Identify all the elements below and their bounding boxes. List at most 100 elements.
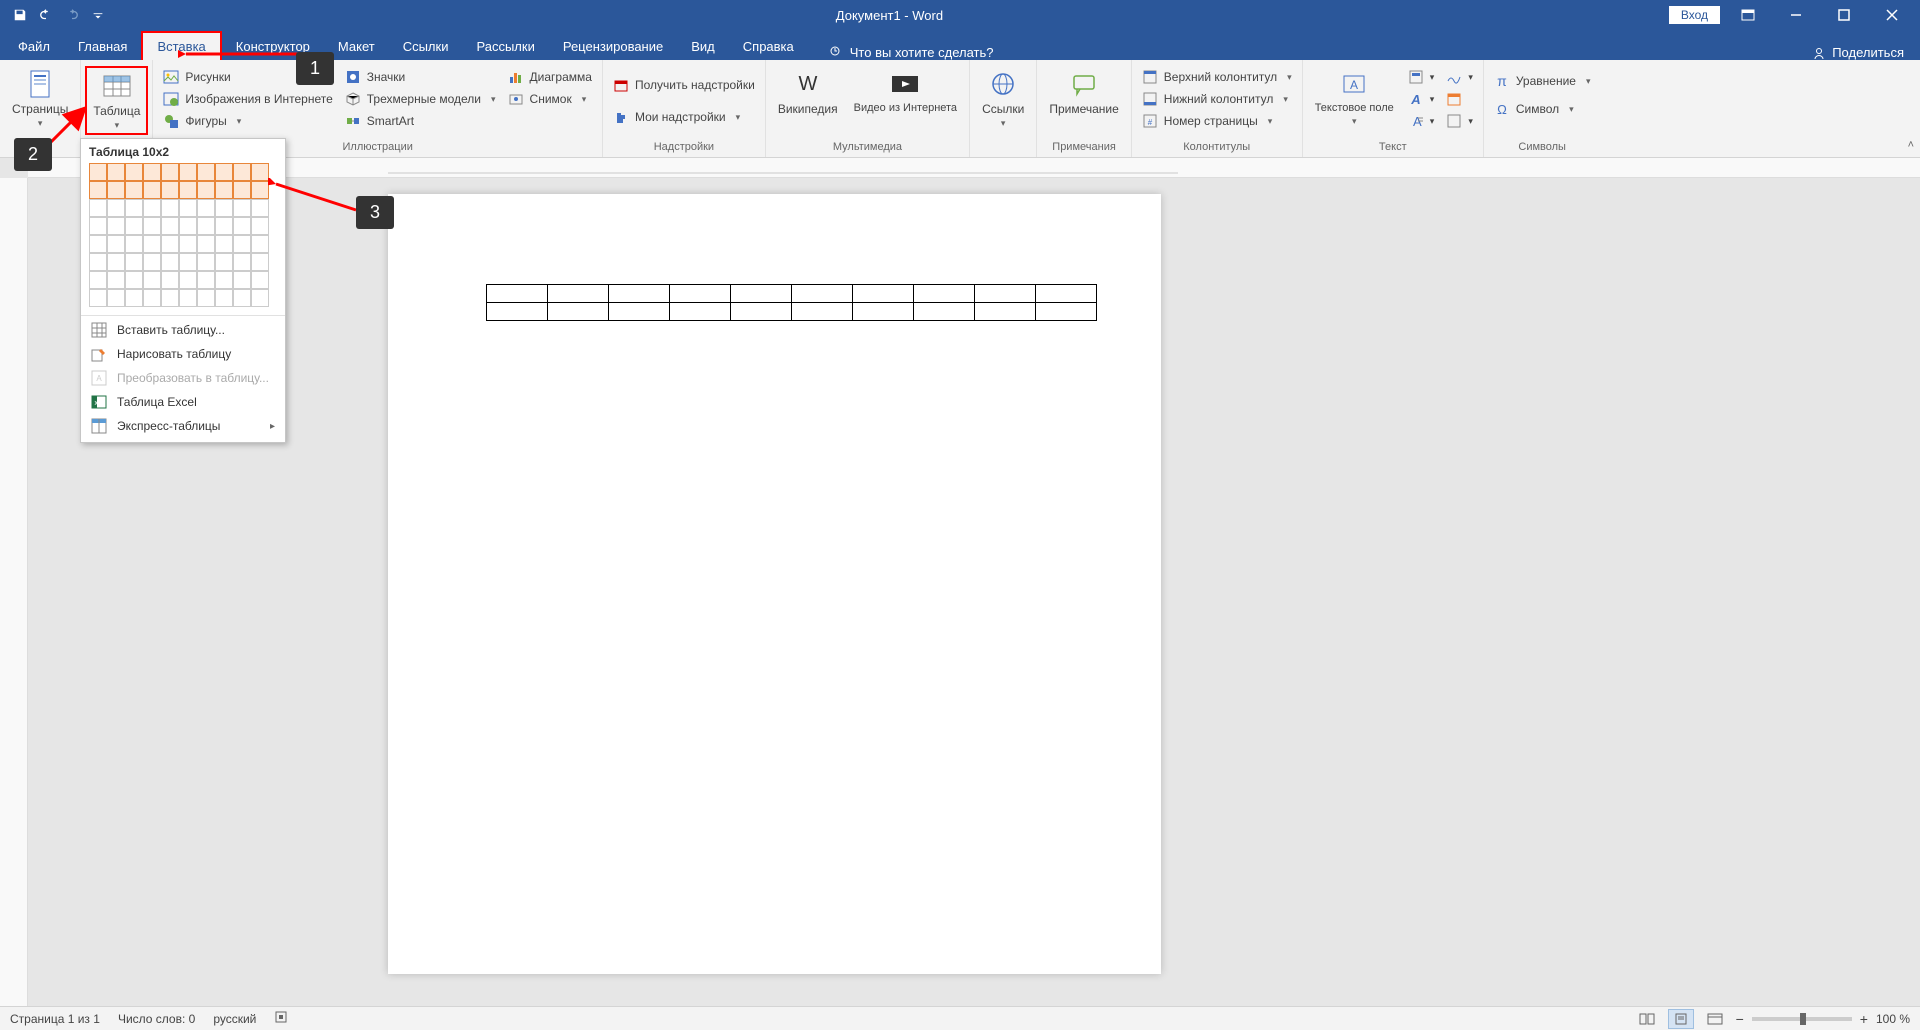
maximize-button[interactable] [1824,0,1864,30]
table-grid-cell[interactable] [179,199,197,217]
table-grid-cell[interactable] [89,181,107,199]
table-grid-cell[interactable] [233,217,251,235]
table-grid-cell[interactable] [125,235,143,253]
table-grid-cell[interactable] [251,163,269,181]
table-grid-cell[interactable] [89,271,107,289]
shapes-button[interactable]: Фигуры [159,110,336,132]
table-grid-cell[interactable] [179,181,197,199]
vertical-ruler[interactable] [0,178,28,1006]
table-grid-cell[interactable] [143,289,161,307]
tab-help[interactable]: Справка [729,33,808,60]
table-grid-cell[interactable] [179,253,197,271]
save-button[interactable] [8,3,32,27]
page-status[interactable]: Страница 1 из 1 [10,1012,100,1026]
table-grid-cell[interactable] [125,217,143,235]
table-grid-cell[interactable] [89,289,107,307]
tell-me-search[interactable]: Что вы хотите сделать? [828,44,994,60]
tab-references[interactable]: Ссылки [389,33,463,60]
table-grid-cell[interactable] [215,235,233,253]
table-grid-cell[interactable] [89,253,107,271]
document-table[interactable] [486,284,1097,321]
table-grid-cell[interactable] [215,289,233,307]
table-grid-cell[interactable] [125,199,143,217]
wikipedia-button[interactable]: W Википедия [772,66,844,118]
table-grid-cell[interactable] [143,253,161,271]
table-grid-cell[interactable] [125,181,143,199]
share-button[interactable]: Поделиться [1812,45,1904,60]
pages-button[interactable]: Страницы ▾ [6,66,74,131]
icons-button[interactable]: Значки [341,66,500,88]
smartart-button[interactable]: SmartArt [341,110,500,132]
table-grid-cell[interactable] [161,289,179,307]
table-grid-cell[interactable] [161,199,179,217]
table-grid-cell[interactable] [251,181,269,199]
tab-review[interactable]: Рецензирование [549,33,677,60]
table-grid-cell[interactable] [197,199,215,217]
table-grid-cell[interactable] [215,217,233,235]
textbox-button[interactable]: A Текстовое поле ▾ [1309,66,1400,129]
links-button[interactable]: Ссылки ▾ [976,66,1030,131]
undo-button[interactable] [34,3,58,27]
zoom-slider[interactable] [1752,1017,1852,1021]
screenshot-button[interactable]: Снимок [504,88,596,110]
table-grid-cell[interactable] [179,163,197,181]
print-layout-button[interactable] [1668,1009,1694,1029]
table-grid-cell[interactable] [215,181,233,199]
table-grid-cell[interactable] [143,271,161,289]
excel-table-menuitem[interactable]: x Таблица Excel [81,390,285,414]
table-grid-cell[interactable] [215,199,233,217]
table-grid-cell[interactable] [143,235,161,253]
zoom-out-button[interactable]: − [1736,1011,1744,1027]
table-grid-cell[interactable] [107,289,125,307]
table-grid-cell[interactable] [143,199,161,217]
document-page[interactable] [388,194,1161,974]
object-button[interactable]: ▾ [1442,110,1477,132]
table-grid-cell[interactable] [179,271,197,289]
table-grid-cell[interactable] [89,235,107,253]
header-button[interactable]: Верхний колонтитул [1138,66,1296,88]
table-grid-cell[interactable] [107,235,125,253]
table-grid-cell[interactable] [161,181,179,199]
read-mode-button[interactable] [1634,1009,1660,1029]
table-grid-cell[interactable] [143,181,161,199]
table-grid-cell[interactable] [143,217,161,235]
table-grid-cell[interactable] [251,235,269,253]
date-time-button[interactable] [1442,88,1477,110]
draw-table-menuitem[interactable]: Нарисовать таблицу [81,342,285,366]
get-addins-button[interactable]: Получить надстройки [609,74,759,96]
table-grid-cell[interactable] [125,163,143,181]
page-number-button[interactable]: #Номер страницы [1138,110,1296,132]
table-grid-cell[interactable] [251,217,269,235]
table-grid-cell[interactable] [233,253,251,271]
3d-models-button[interactable]: Трехмерные модели [341,88,500,110]
table-grid-cell[interactable] [107,271,125,289]
table-grid-cell[interactable] [233,289,251,307]
horizontal-ruler[interactable] [28,158,1920,178]
table-grid-cell[interactable] [251,199,269,217]
table-grid-cell[interactable] [179,217,197,235]
table-grid-cell[interactable] [233,199,251,217]
table-grid-cell[interactable] [179,289,197,307]
table-grid-cell[interactable] [251,253,269,271]
drop-cap-button[interactable]: A▾ [1404,110,1439,132]
table-grid-cell[interactable] [233,163,251,181]
table-grid-cell[interactable] [89,199,107,217]
table-grid-cell[interactable] [125,289,143,307]
tab-view[interactable]: Вид [677,33,729,60]
table-grid-cell[interactable] [233,271,251,289]
table-grid-cell[interactable] [197,289,215,307]
signature-button[interactable]: ▾ [1442,66,1477,88]
table-size-grid[interactable] [81,163,285,313]
footer-button[interactable]: Нижний колонтитул [1138,88,1296,110]
table-grid-cell[interactable] [161,271,179,289]
redo-button[interactable] [60,3,84,27]
comment-button[interactable]: Примечание [1043,66,1124,118]
table-grid-cell[interactable] [215,253,233,271]
table-grid-cell[interactable] [197,181,215,199]
table-grid-cell[interactable] [161,235,179,253]
table-grid-cell[interactable] [107,163,125,181]
ribbon-display-button[interactable] [1728,0,1768,30]
table-grid-cell[interactable] [107,253,125,271]
word-count[interactable]: Число слов: 0 [118,1012,195,1026]
table-grid-cell[interactable] [143,163,161,181]
